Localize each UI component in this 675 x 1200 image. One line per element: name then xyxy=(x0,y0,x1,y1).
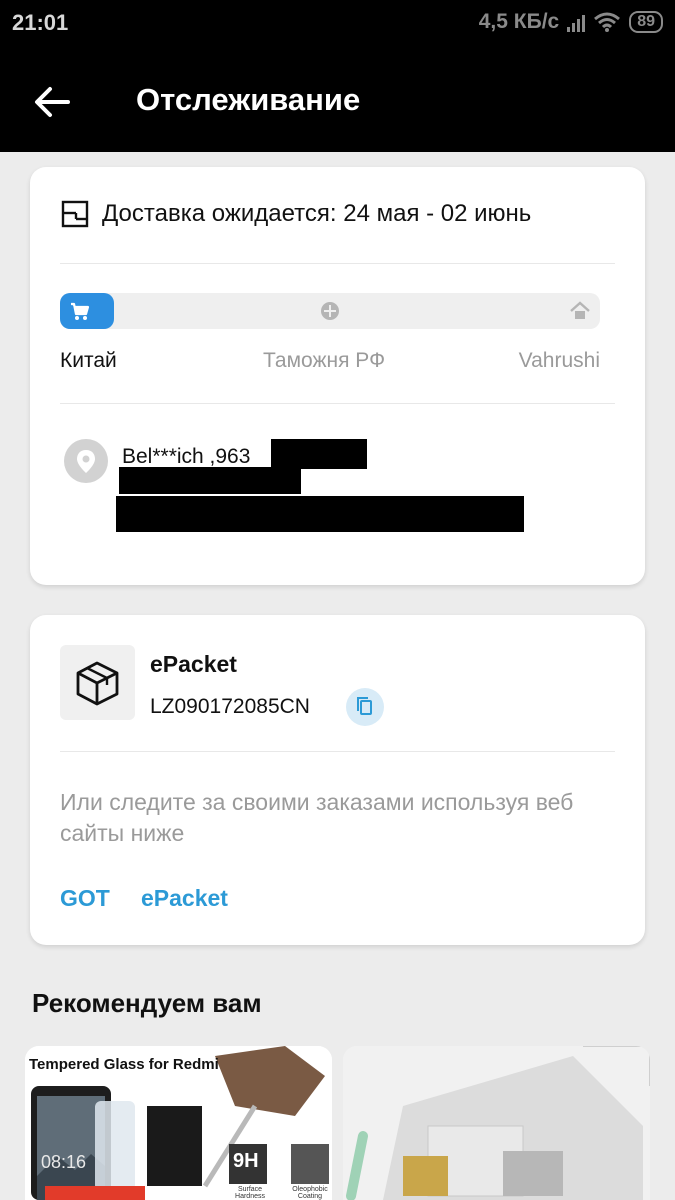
tracking-stages: Китай Таможня РФ Vahrushi xyxy=(60,349,600,379)
product-card[interactable]: Tempered Glass for Redmi 08:16 9H Surfac… xyxy=(25,1046,332,1200)
delivery-estimate: Доставка ожидается: 24 мая - 02 июнь xyxy=(60,199,531,229)
link-got[interactable]: GOT xyxy=(60,885,110,912)
link-epacket[interactable]: ePacket xyxy=(141,885,228,912)
package-box-icon xyxy=(60,645,135,720)
redacted-phone xyxy=(271,439,367,469)
carrier-name: ePacket xyxy=(150,651,237,677)
redacted-address-line xyxy=(116,496,524,532)
copy-icon xyxy=(357,697,372,715)
cart-icon xyxy=(71,302,90,320)
product-clock: 08:16 xyxy=(41,1152,87,1172)
calendar-box-icon xyxy=(61,200,89,228)
redacted-address-line xyxy=(119,467,301,494)
tracking-progress-bar xyxy=(60,293,600,329)
delivery-card: Доставка ожидается: 24 мая - 02 июнь Кит… xyxy=(30,167,645,585)
home-icon xyxy=(570,301,590,319)
divider xyxy=(60,751,615,752)
stage-destination: Vahrushi xyxy=(518,349,600,372)
status-indicators: 4,5 КБ/с 89 xyxy=(479,10,663,34)
product-card[interactable] xyxy=(343,1046,650,1200)
wifi-icon xyxy=(594,12,621,32)
arrow-left-icon[interactable] xyxy=(30,80,74,124)
delivery-estimate-text: Доставка ожидается: 24 мая - 02 июнь xyxy=(102,200,532,227)
address-recipient: Bel***ich ,963 xyxy=(122,445,251,468)
product-image xyxy=(343,1046,650,1200)
battery-icon: 89 xyxy=(629,11,663,33)
stage-origin: Китай xyxy=(60,349,117,372)
stage-customs: Таможня РФ xyxy=(263,349,386,372)
tracking-hint: Или следите за своими заказами используя… xyxy=(60,789,574,846)
signal-icon xyxy=(567,12,586,32)
recommendations-title: Рекомендуем вам xyxy=(32,988,262,1018)
copy-button[interactable] xyxy=(346,688,384,726)
app-bar: Отслеживание xyxy=(0,50,675,152)
product-badge-label: Oleophobic Coating xyxy=(292,1186,328,1200)
tracking-number: LZ090172085CN xyxy=(150,695,310,718)
network-speed: 4,5 КБ/с xyxy=(478,10,560,33)
divider xyxy=(60,403,615,404)
status-bar: 21:01 4,5 КБ/с 89 xyxy=(0,0,675,50)
customs-icon xyxy=(321,302,339,320)
location-pin-icon xyxy=(64,439,108,483)
divider xyxy=(60,263,615,264)
product-banner-text: Tempered Glass for Redmi xyxy=(29,1056,219,1073)
product-badge-label: Surface Hardness xyxy=(235,1186,265,1200)
package-card: ePacket LZ090172085CN Или следите за сво… xyxy=(30,615,645,945)
status-time: 21:01 xyxy=(12,10,69,35)
page-title: Отслеживание xyxy=(136,82,361,117)
product-badge-hardness: 9H xyxy=(233,1150,259,1172)
